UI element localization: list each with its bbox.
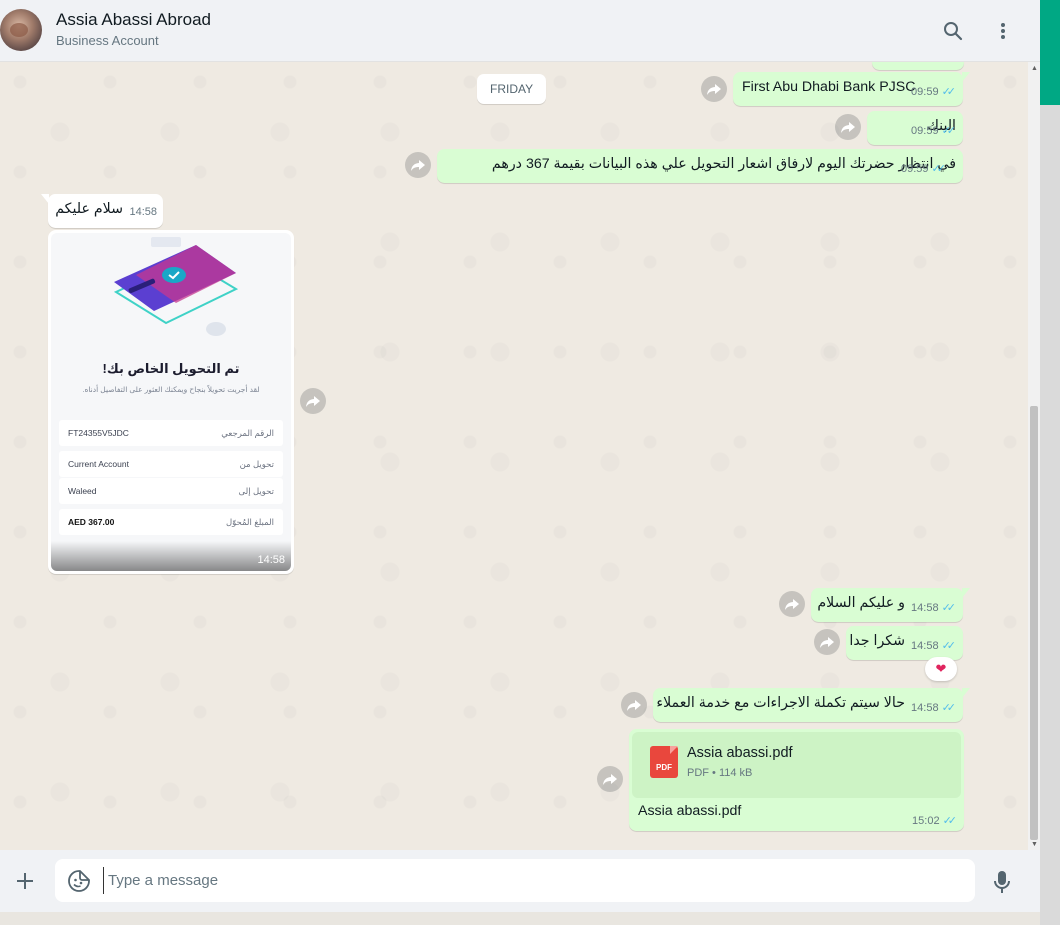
- phone-illustration-icon: [113, 237, 239, 336]
- message-meta: 09:59 ✓✓: [911, 83, 956, 102]
- receipt-label: الرقم المرجعي: [221, 427, 274, 438]
- receipt-value: FT24355V5JDC: [68, 428, 129, 438]
- compose-bar: [0, 850, 1040, 912]
- message-time: 14:58: [911, 640, 939, 652]
- receipt-label: تحويل إلى: [238, 485, 274, 496]
- message-bubble[interactable]: حالا سيتم تكملة الاجراءات مع خدمة العملا…: [653, 688, 970, 722]
- forward-icon[interactable]: [779, 591, 805, 617]
- message-bubble[interactable]: First Abu Dhabi Bank PJSC 09:59 ✓✓: [733, 72, 970, 106]
- contact-name[interactable]: Assia Abassi Abroad: [56, 10, 211, 30]
- message-bubble[interactable]: البنك 09:59 ✓✓: [867, 111, 963, 145]
- side-panel-edge: [1040, 105, 1060, 925]
- side-accent-bar: [1040, 0, 1060, 105]
- attach-plus-icon[interactable]: [10, 866, 40, 896]
- read-ticks-icon: ✓✓: [941, 125, 957, 137]
- receipt-value: Waleed: [68, 486, 97, 496]
- receipt-row-amount: AED 367.00 المبلغ المُحوّل: [59, 509, 283, 535]
- message-meta: 15:02 ✓✓: [912, 814, 958, 828]
- forward-icon[interactable]: [300, 388, 326, 414]
- date-divider: FRIDAY: [477, 74, 547, 104]
- receipt-title: تم التحويل الخاص بك!: [102, 361, 240, 376]
- document-card[interactable]: PDF Assia abassi.pdf PDF • 114 kB: [632, 732, 961, 798]
- message-meta: 14:58 ✓✓: [911, 637, 956, 656]
- avatar[interactable]: [0, 9, 42, 51]
- message-meta: 14:58 ✓✓: [911, 599, 956, 618]
- document-message[interactable]: PDF Assia abassi.pdf PDF • 114 kB Assia …: [629, 729, 964, 831]
- message-bubble-partial[interactable]: [872, 62, 964, 70]
- document-file-name: Assia abassi.pdf: [687, 745, 793, 761]
- scroll-thumb[interactable]: [1030, 406, 1038, 840]
- message-meta: 09:59 ✓✓: [911, 122, 956, 141]
- scroll-up-arrow-icon[interactable]: ▲: [1031, 65, 1038, 72]
- message-time: 09:59: [901, 163, 929, 175]
- message-text: في انتظار حضرتك اليوم لارفاق اشعار التحو…: [491, 156, 956, 172]
- document-caption: Assia abassi.pdf: [638, 803, 742, 819]
- chat-header: Assia Abassi Abroad Business Account: [0, 0, 1040, 62]
- forward-icon[interactable]: [835, 114, 861, 140]
- message-text: و عليكم السلام: [817, 595, 905, 611]
- receipt-row: Current Account تحويل من: [59, 451, 283, 477]
- read-ticks-icon: ✓✓: [942, 815, 958, 827]
- forward-icon[interactable]: [701, 76, 727, 102]
- scroll-down-arrow-icon[interactable]: ▼: [1031, 841, 1038, 848]
- message-time: 14:58: [257, 554, 285, 566]
- whatsapp-window: Assia Abassi Abroad Business Account FRI…: [0, 0, 1040, 912]
- forward-icon[interactable]: [814, 629, 840, 655]
- read-ticks-icon: ✓✓: [941, 640, 957, 652]
- receipt-value: Current Account: [68, 459, 129, 469]
- message-time: 15:02: [912, 814, 940, 827]
- message-time: 09:59: [911, 125, 939, 137]
- image-message[interactable]: تم التحويل الخاص بك! لقد أجريت تحويلاً ب…: [48, 230, 294, 574]
- message-text: سلام عليكم: [55, 201, 123, 217]
- read-ticks-icon: ✓✓: [941, 86, 957, 98]
- microphone-icon[interactable]: [988, 868, 1016, 896]
- read-ticks-icon: ✓✓: [941, 602, 957, 614]
- message-text: شكرا جدا: [849, 633, 905, 649]
- message-time: 14:58: [129, 206, 157, 218]
- search-icon[interactable]: [938, 16, 968, 46]
- message-bubble[interactable]: و عليكم السلام 14:58 ✓✓: [811, 588, 970, 622]
- image-shade: [51, 541, 291, 571]
- message-bubble[interactable]: شكرا جدا 14:58 ✓✓: [846, 626, 963, 660]
- forward-icon[interactable]: [621, 692, 647, 718]
- receipt-row: Waleed تحويل إلى: [59, 478, 283, 504]
- window-bottom-edge: [0, 912, 1040, 925]
- message-time: 14:58: [911, 602, 939, 614]
- message-meta: 09:59 ✓✓: [901, 160, 946, 179]
- sticker-emoji-icon[interactable]: [67, 869, 91, 893]
- receipt-value: AED 367.00: [68, 517, 115, 527]
- message-text: حالا سيتم تكملة الاجراءات مع خدمة العملا…: [656, 695, 905, 711]
- receipt-row: FT24355V5JDC الرقم المرجعي: [59, 420, 283, 446]
- chat-scrollbar[interactable]: ▲ ▼: [1028, 62, 1040, 850]
- message-input-box[interactable]: [55, 859, 975, 902]
- pdf-file-icon: PDF: [650, 746, 678, 778]
- document-file-meta: PDF • 114 kB: [687, 767, 753, 779]
- receipt-label: تحويل من: [239, 458, 274, 469]
- message-time: 14:58: [911, 702, 939, 714]
- receipt-subtitle: لقد أجريت تحويلاً بنجاح ويمكنك العثور عل…: [82, 385, 260, 394]
- message-list[interactable]: FRIDAY First Abu Dhabi Bank PJSC 09:59 ✓✓…: [0, 62, 1040, 850]
- message-meta: 14:58 ✓✓: [911, 699, 956, 718]
- read-ticks-icon: ✓✓: [941, 702, 957, 714]
- receipt-label: المبلغ المُحوّل: [225, 516, 274, 527]
- menu-icon[interactable]: [988, 16, 1018, 46]
- read-ticks-icon: ✓✓: [931, 163, 947, 175]
- message-bubble[interactable]: في انتظار حضرتك اليوم لارفاق اشعار التحو…: [437, 149, 963, 183]
- message-time: 09:59: [911, 86, 939, 98]
- forward-icon[interactable]: [597, 766, 623, 792]
- contact-subtitle: Business Account: [56, 33, 159, 48]
- message-bubble[interactable]: سلام عليكم 14:58: [41, 194, 163, 228]
- message-text: First Abu Dhabi Bank PJSC: [742, 79, 916, 95]
- heart-reaction-icon[interactable]: ❤: [925, 657, 957, 681]
- message-input[interactable]: [103, 867, 953, 894]
- transfer-receipt-image[interactable]: تم التحويل الخاص بك! لقد أجريت تحويلاً ب…: [51, 233, 291, 571]
- forward-icon[interactable]: [405, 152, 431, 178]
